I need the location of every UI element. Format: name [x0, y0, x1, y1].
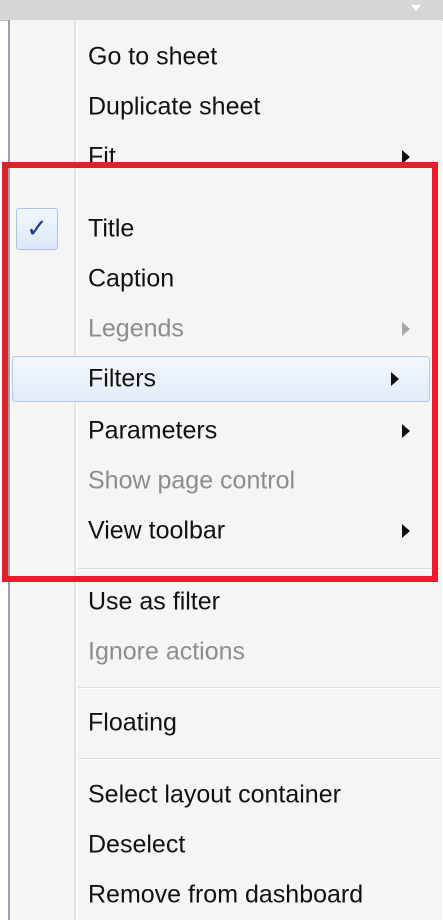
menu-item-duplicate-sheet[interactable]: Duplicate sheet: [10, 84, 440, 130]
chevron-right-icon: [402, 524, 410, 538]
menu-item-title[interactable]: ✓ Title: [10, 206, 440, 252]
menu-item-label: Duplicate sheet: [88, 92, 261, 121]
menu-item-label: Remove from dashboard: [88, 880, 364, 909]
menu-item-label: Show page control: [88, 466, 296, 495]
menu-item-label: Ignore actions: [88, 637, 246, 666]
chevron-right-icon: [402, 322, 410, 336]
menu-item-label: View toolbar: [88, 516, 226, 545]
menu-item-label: Parameters: [88, 416, 218, 445]
chevron-down-icon[interactable]: [411, 5, 421, 11]
menu-item-label: Select layout container: [88, 780, 341, 809]
menu-separator: [78, 758, 440, 760]
title-bar: [0, 0, 443, 21]
menu-item-go-to-sheet[interactable]: Go to sheet: [10, 34, 440, 80]
menu-item-label: Use as filter: [88, 587, 220, 616]
menu-separator: [78, 687, 440, 689]
menu-item-label: Caption: [88, 264, 175, 293]
menu-item-show-page-control: Show page control: [10, 458, 440, 504]
menu-item-label: Floating: [88, 708, 177, 737]
menu-item-ignore-actions: Ignore actions: [10, 629, 440, 675]
menu-item-select-layout-container[interactable]: Select layout container: [10, 772, 440, 818]
menu-item-parameters[interactable]: Parameters: [10, 408, 440, 454]
menu-item-legends: Legends: [10, 306, 440, 352]
menu-item-remove-from-dashboard[interactable]: Remove from dashboard: [10, 872, 440, 918]
menu-item-deselect[interactable]: Deselect: [10, 822, 440, 868]
menu-item-label: Fit: [88, 142, 116, 171]
menu-item-label: Deselect: [88, 830, 186, 859]
menu-item-label: Legends: [88, 314, 184, 343]
menu-item-label: Title: [88, 214, 135, 243]
menu-item-fit[interactable]: Fit: [10, 134, 440, 180]
chevron-right-icon: [402, 424, 410, 438]
menu-item-view-toolbar[interactable]: View toolbar: [10, 508, 440, 554]
checkmark-icon: ✓: [16, 208, 58, 250]
chevron-right-icon: [391, 372, 399, 386]
menu-separator: [78, 568, 440, 570]
menu-item-label: Go to sheet: [88, 42, 218, 71]
menu-item-filters[interactable]: Filters: [12, 356, 430, 402]
menu-item-caption[interactable]: Caption: [10, 256, 440, 302]
menu-item-use-as-filter[interactable]: Use as filter: [10, 579, 440, 625]
context-menu: Go to sheet Duplicate sheet Fit ✓ Title …: [8, 20, 442, 920]
menu-item-label: Filters: [88, 364, 157, 393]
menu-item-floating[interactable]: Floating: [10, 700, 440, 746]
chevron-right-icon: [402, 150, 410, 164]
